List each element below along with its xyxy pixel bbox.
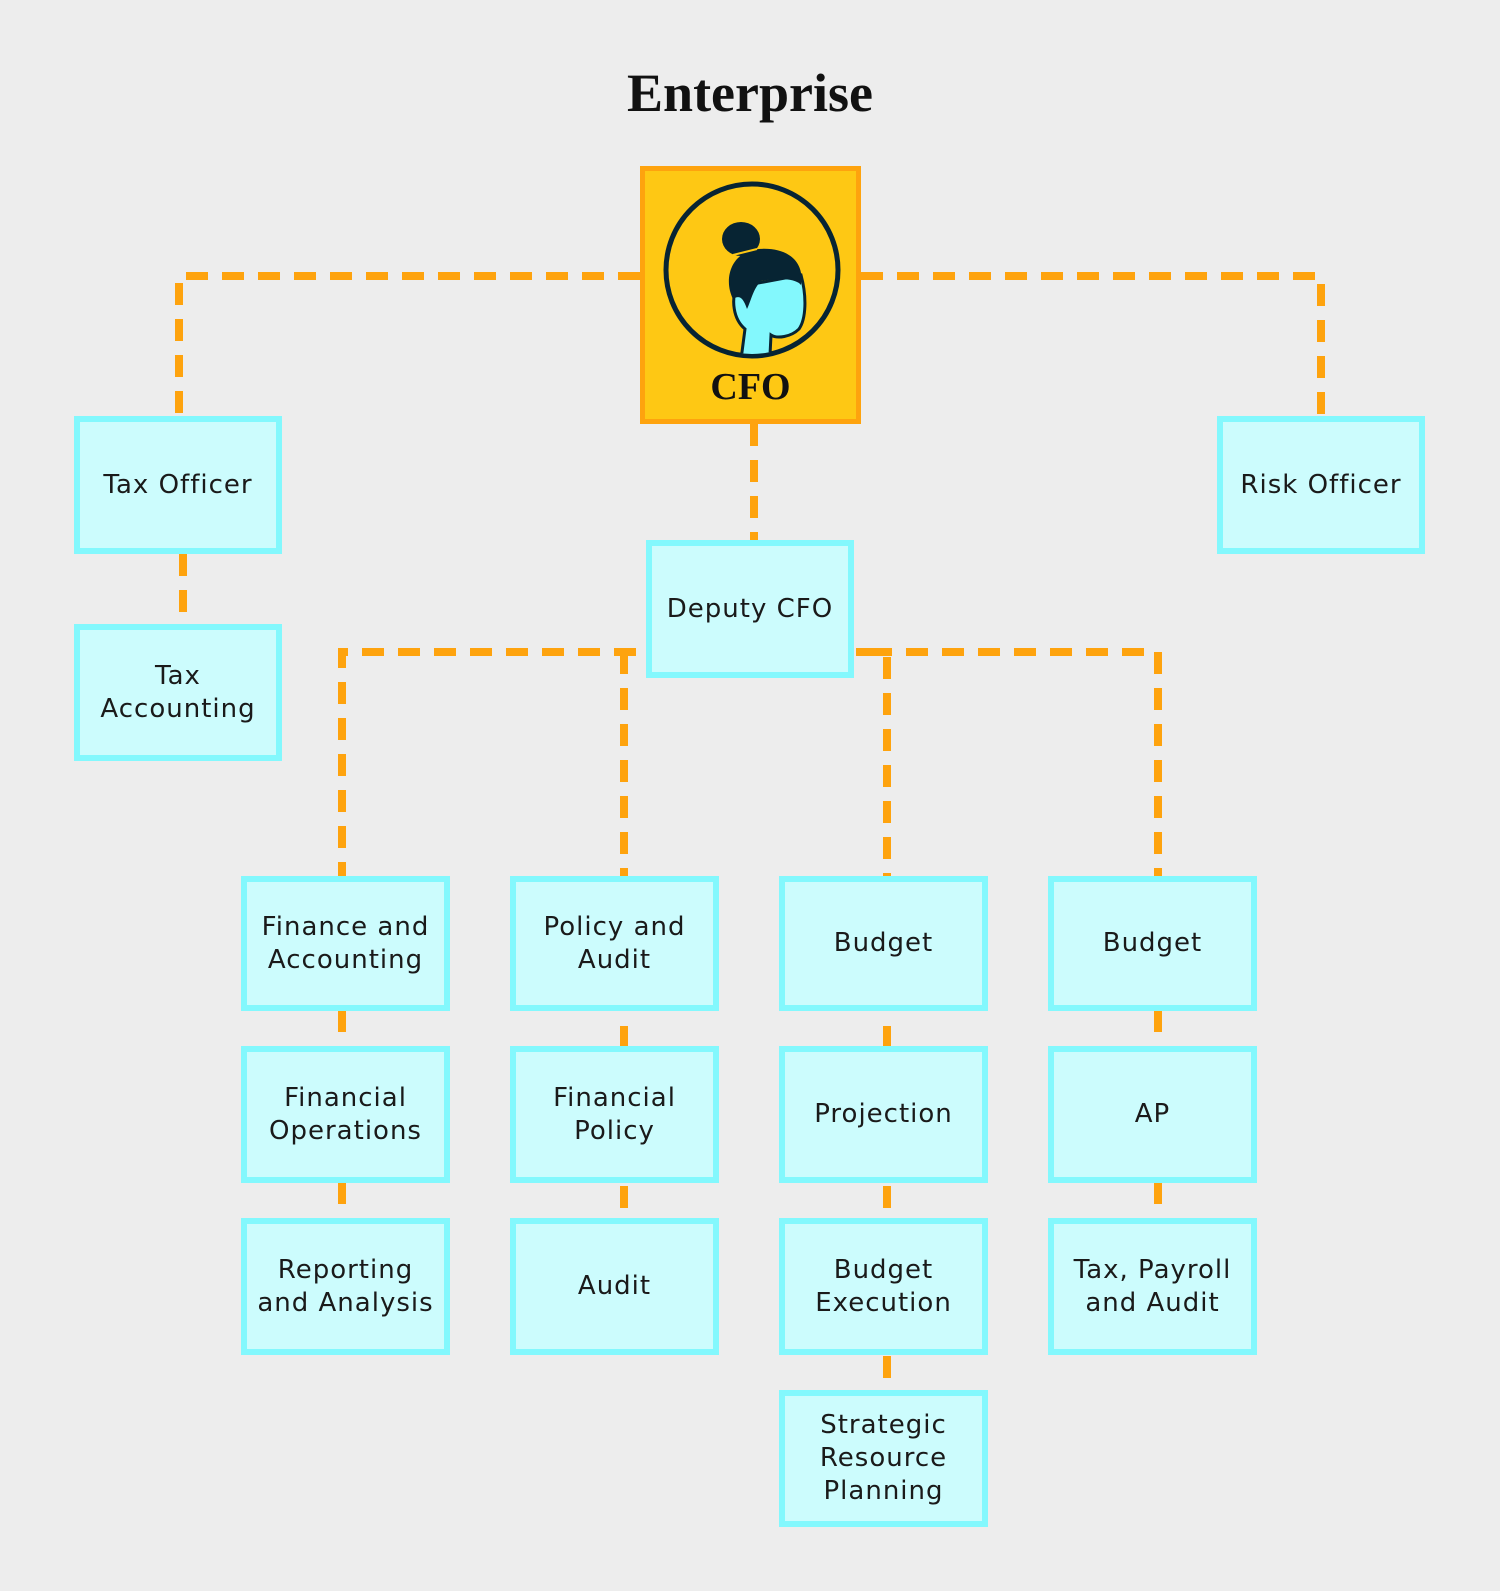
node-tax-payroll-audit[interactable]: Tax, Payroll and Audit (1048, 1218, 1257, 1355)
node-budget-2[interactable]: Budget (1048, 876, 1257, 1011)
node-finance-accounting[interactable]: Finance and Accounting (241, 876, 450, 1011)
woman-avatar-icon (663, 181, 841, 359)
node-deputy-cfo[interactable]: Deputy CFO (646, 540, 854, 678)
edge-cfo-risk-officer (861, 272, 1325, 416)
edge-deputy-budget2 (870, 648, 1162, 876)
node-ap[interactable]: AP (1048, 1046, 1257, 1183)
node-risk-officer[interactable]: Risk Officer (1217, 416, 1425, 554)
node-audit[interactable]: Audit (510, 1218, 719, 1355)
cfo-node[interactable]: CFO (640, 166, 861, 424)
node-financial-policy[interactable]: Financial Policy (510, 1046, 719, 1183)
edge-deputy-finance (338, 648, 636, 876)
node-budget-1[interactable]: Budget (779, 876, 988, 1011)
edge-cfo-tax-officer (175, 272, 640, 416)
node-policy-audit[interactable]: Policy and Audit (510, 876, 719, 1011)
cfo-label: CFO (710, 366, 791, 408)
node-tax-officer[interactable]: Tax Officer (74, 416, 282, 554)
node-strategic-resource-planning[interactable]: Strategic Resource Planning (779, 1390, 988, 1527)
edge-deputy-budget1 (856, 648, 891, 876)
node-budget-execution[interactable]: Budget Execution (779, 1218, 988, 1355)
node-reporting-analysis[interactable]: Reporting and Analysis (241, 1218, 450, 1355)
node-tax-accounting[interactable]: Tax Accounting (74, 624, 282, 761)
node-financial-operations[interactable]: Financial Operations (241, 1046, 450, 1183)
node-projection[interactable]: Projection (779, 1046, 988, 1183)
